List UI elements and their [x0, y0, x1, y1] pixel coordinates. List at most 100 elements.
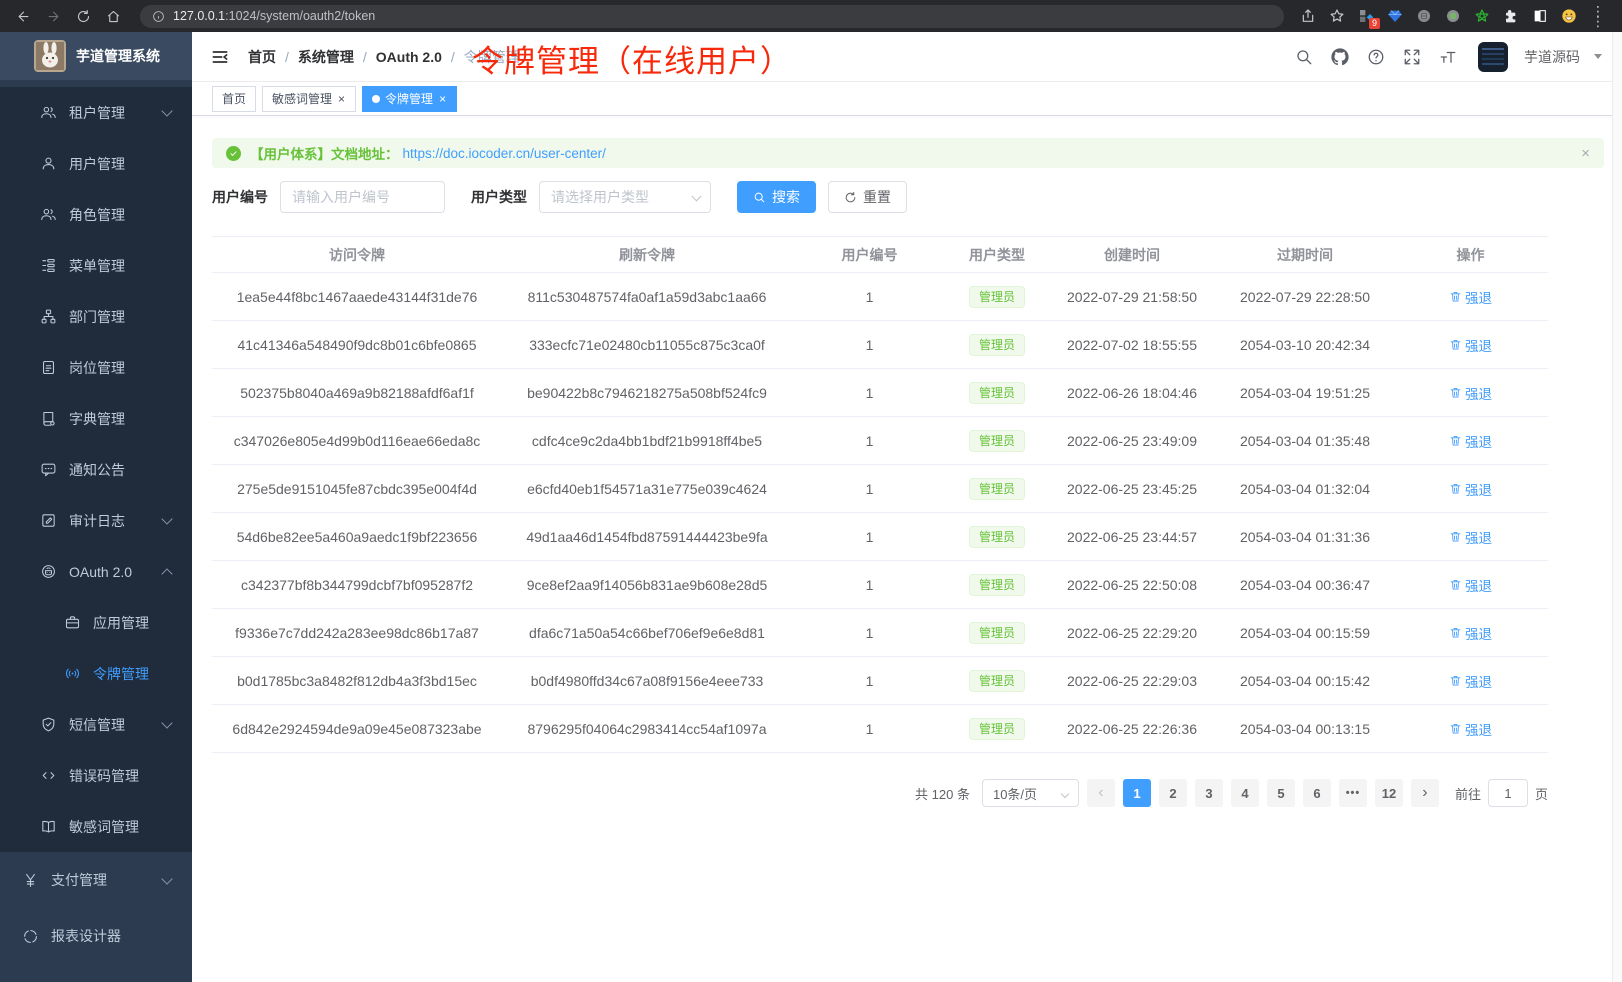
browser-forward-icon[interactable]	[40, 3, 66, 29]
page-button-6[interactable]: 6	[1303, 779, 1331, 807]
sidebar-item-令牌管理[interactable]: 令牌管理	[0, 648, 192, 699]
expire-time-cell: 2054-03-04 00:15:42	[1217, 673, 1393, 689]
alert-text: 【用户体系】文档地址：	[250, 143, 399, 163]
browser-toolbar: 127.0.0.1:1024/system/oauth2/token 9	[0, 0, 1622, 32]
sidebar-item-审计日志[interactable]: 审计日志	[0, 495, 192, 546]
gem-extension-icon[interactable]	[1385, 6, 1405, 26]
action-cell: 强退	[1393, 383, 1548, 403]
breadcrumb-item[interactable]: 系统管理	[298, 47, 354, 67]
force-logout-button[interactable]: 强退	[1449, 527, 1492, 547]
browser-back-icon[interactable]	[10, 3, 36, 29]
browser-menu-icon[interactable]: ⋮⋮	[1588, 6, 1608, 26]
site-info-icon[interactable]	[152, 10, 165, 23]
force-logout-button[interactable]: 强退	[1449, 431, 1492, 451]
sidebar-item-错误码管理[interactable]: 错误码管理	[0, 750, 192, 801]
next-page-button[interactable]: ›	[1411, 779, 1439, 807]
force-logout-button[interactable]: 强退	[1449, 479, 1492, 499]
recorder-extension-icon[interactable]	[1443, 6, 1463, 26]
breadcrumb-item[interactable]: 首页	[248, 47, 276, 67]
yen-icon	[22, 872, 39, 889]
force-logout-button[interactable]: 强退	[1449, 575, 1492, 595]
tab-令牌管理[interactable]: 令牌管理 ×	[362, 86, 457, 112]
main-area: 首页/系统管理/OAuth 2.0/令牌管理 芋道源码 首页	[192, 32, 1622, 982]
sidebar-item-报表设计器[interactable]: 报表设计器	[0, 908, 192, 964]
fullscreen-icon[interactable]	[1400, 45, 1424, 69]
sidebar-item-角色管理[interactable]: 角色管理	[0, 189, 192, 240]
sidebar-item-OAuth 2.0[interactable]: OAuth 2.0	[0, 546, 192, 597]
table-body: 1ea5e44f8bc1467aaede43144f31de76 811c530…	[212, 273, 1548, 753]
table-header-row: 访问令牌刷新令牌用户编号用户类型创建时间过期时间操作	[212, 236, 1548, 273]
user-menu-caret-icon[interactable]	[1594, 54, 1602, 59]
share-icon[interactable]	[1298, 6, 1318, 26]
scrollbar[interactable]	[1612, 32, 1622, 982]
goto-page-input[interactable]	[1488, 779, 1528, 807]
address-bar[interactable]: 127.0.0.1:1024/system/oauth2/token	[140, 5, 1284, 28]
user-icon	[40, 155, 57, 172]
force-logout-button[interactable]: 强退	[1449, 671, 1492, 691]
breadcrumb-item[interactable]: OAuth 2.0	[376, 49, 442, 65]
sidebar-item-敏感词管理[interactable]: 敏感词管理	[0, 801, 192, 852]
users-icon	[40, 104, 57, 121]
refresh-token-cell: be90422b8c7946218275a508bf524fc9	[502, 385, 792, 401]
table-row: 54d6be82ee5a460a9aedc1f9bf223656 49d1aa4…	[212, 513, 1548, 561]
green-star-extension-icon[interactable]	[1472, 6, 1492, 26]
user-avatar[interactable]	[1478, 42, 1508, 72]
sidebar-item-通知公告[interactable]: 通知公告	[0, 444, 192, 495]
search-icon[interactable]	[1292, 45, 1316, 69]
sidebar-item-支付管理[interactable]: 支付管理	[0, 852, 192, 908]
browser-reload-icon[interactable]	[70, 3, 96, 29]
page-button-2[interactable]: 2	[1159, 779, 1187, 807]
access-token-cell: 1ea5e44f8bc1467aaede43144f31de76	[212, 289, 502, 305]
user-type-select[interactable]: 请选择用户类型	[539, 181, 711, 213]
sidebar-item-字典管理[interactable]: 字典管理	[0, 393, 192, 444]
search-button[interactable]: 搜索	[737, 181, 816, 213]
page-button-4[interactable]: 4	[1231, 779, 1259, 807]
sidebar-item-部门管理[interactable]: 部门管理	[0, 291, 192, 342]
sidebar-item-应用管理[interactable]: 应用管理	[0, 597, 192, 648]
sidebar-item-菜单管理[interactable]: 菜单管理	[0, 240, 192, 291]
tab-close-icon[interactable]: ×	[438, 92, 447, 106]
sidebar-item-短信管理[interactable]: 短信管理	[0, 699, 192, 750]
page-button-12[interactable]: 12	[1375, 779, 1403, 807]
github-icon[interactable]	[1328, 45, 1352, 69]
page-button-3[interactable]: 3	[1195, 779, 1223, 807]
expire-time-cell: 2054-03-04 00:15:59	[1217, 625, 1393, 641]
username[interactable]: 芋道源码	[1524, 47, 1580, 67]
force-logout-button[interactable]: 强退	[1449, 623, 1492, 643]
extension-grid-icon[interactable]: 9	[1356, 6, 1376, 26]
profile-avatar-emoji-icon[interactable]	[1559, 6, 1579, 26]
app-logo-row[interactable]: 芋道管理系统	[0, 32, 192, 80]
alert-close-icon[interactable]: ×	[1581, 146, 1590, 161]
help-icon[interactable]	[1364, 45, 1388, 69]
bookmark-star-icon[interactable]	[1327, 6, 1347, 26]
font-size-icon[interactable]	[1436, 45, 1460, 69]
force-logout-button[interactable]: 强退	[1449, 719, 1492, 739]
profile-frame-icon[interactable]	[1530, 6, 1550, 26]
puzzle-extensions-icon[interactable]	[1501, 6, 1521, 26]
force-logout-button[interactable]: 强退	[1449, 335, 1492, 355]
doc-link[interactable]: https://doc.iocoder.cn/user-center/	[403, 146, 606, 161]
sidebar-item-用户管理[interactable]: 用户管理	[0, 138, 192, 189]
page-button-1[interactable]: 1	[1123, 779, 1151, 807]
sidebar-item-租户管理[interactable]: 租户管理	[0, 87, 192, 138]
user-id-cell: 1	[792, 673, 947, 689]
expire-time-cell: 2054-03-04 00:13:15	[1217, 721, 1393, 737]
browser-home-icon[interactable]	[100, 3, 126, 29]
tab-敏感词管理[interactable]: 敏感词管理 ×	[262, 86, 356, 112]
page-size-select[interactable]: 10条/页	[982, 779, 1079, 807]
user-id-input[interactable]	[280, 181, 445, 213]
reset-button[interactable]: 重置	[828, 181, 907, 213]
collapse-sidebar-icon[interactable]	[210, 46, 232, 68]
prev-page-button[interactable]: ‹	[1087, 779, 1115, 807]
sidebar-item-岗位管理[interactable]: 岗位管理	[0, 342, 192, 393]
access-token-cell: f9336e7c7dd242a283ee98dc86b17a87	[212, 625, 502, 641]
page-button-5[interactable]: 5	[1267, 779, 1295, 807]
more-pages-button[interactable]: •••	[1339, 779, 1367, 807]
tab-close-icon[interactable]: ×	[337, 92, 346, 106]
tab-首页[interactable]: 首页	[212, 86, 256, 112]
breadcrumb-separator: /	[451, 49, 455, 65]
force-logout-button[interactable]: 强退	[1449, 383, 1492, 403]
force-logout-button[interactable]: 强退	[1449, 287, 1492, 307]
created-time-cell: 2022-06-25 23:45:25	[1047, 481, 1217, 497]
circle-extension-icon[interactable]	[1414, 6, 1434, 26]
